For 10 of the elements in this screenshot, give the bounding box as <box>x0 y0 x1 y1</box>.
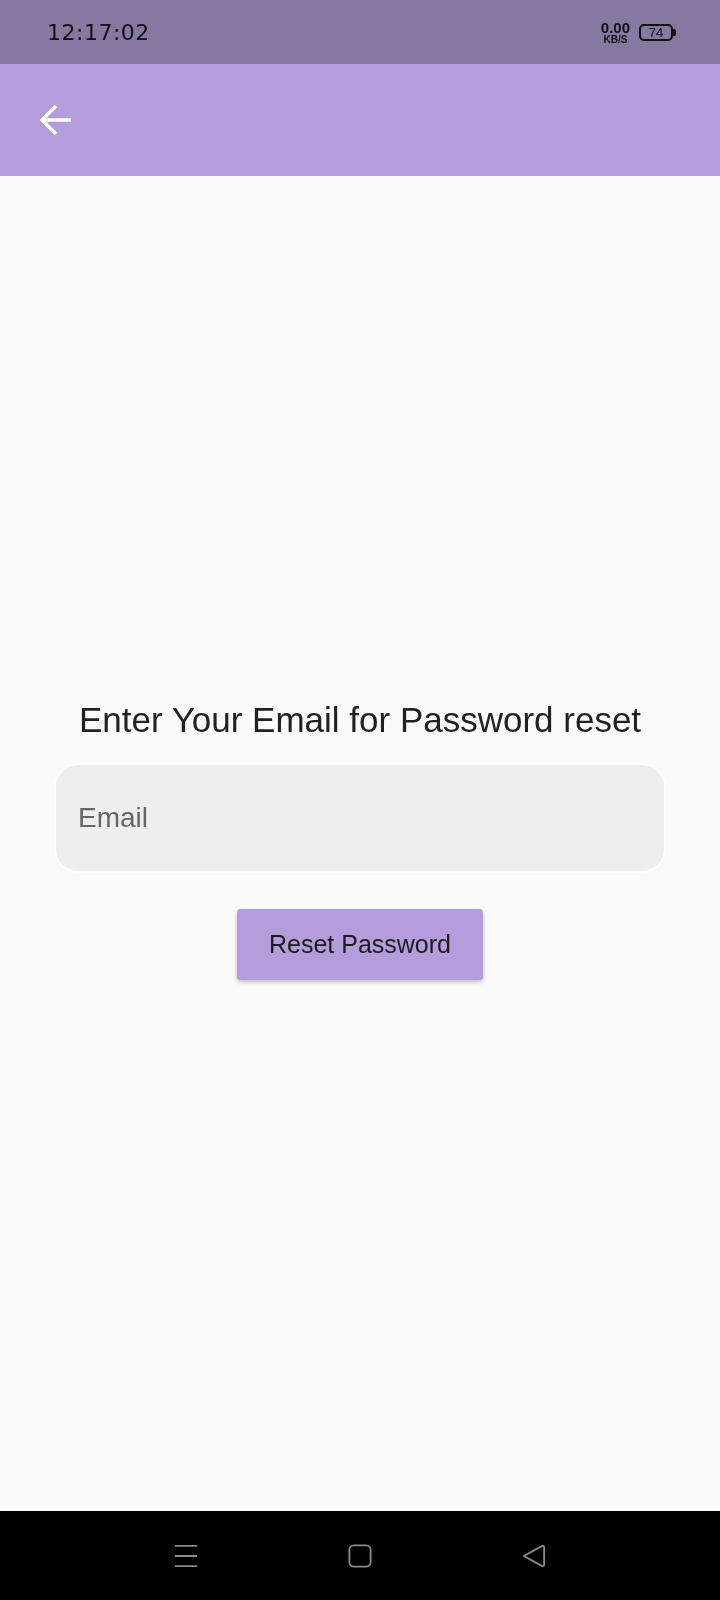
menu-icon[interactable] <box>174 1543 198 1568</box>
net-speed-value: 0.00 <box>600 19 630 35</box>
form-title: Enter Your Email for Password reset <box>78 699 642 741</box>
home-icon[interactable] <box>348 1543 372 1568</box>
back-icon[interactable] <box>522 1543 546 1568</box>
status-time: 12:17:02 <box>47 19 150 45</box>
email-field[interactable]: Email <box>54 763 666 873</box>
reset-password-button[interactable]: Reset Password <box>237 909 483 980</box>
net-speed-unit: KB/S <box>603 34 628 45</box>
battery-indicator: 74 <box>639 23 676 41</box>
